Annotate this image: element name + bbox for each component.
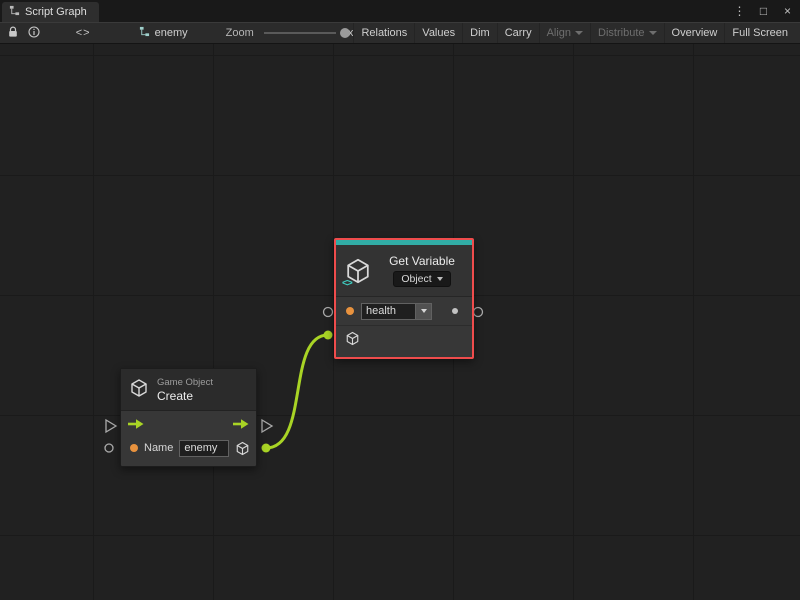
window-controls: ⋮ □ × — [733, 0, 794, 22]
cube-icon — [129, 378, 149, 401]
object-output-cube-icon[interactable] — [235, 441, 250, 456]
align-button-label: Align — [547, 27, 571, 39]
carry-button-label: Carry — [505, 27, 532, 39]
script-graph-icon — [9, 5, 20, 19]
get-variable-title: Get Variable — [389, 254, 455, 268]
zoom-slider-knob[interactable] — [340, 28, 350, 38]
fullscreen-button-label: Full Screen — [732, 27, 788, 39]
tab-script-graph[interactable]: Script Graph — [2, 2, 99, 22]
script-graph-window: Script Graph ⋮ □ × — [0, 0, 800, 600]
align-dropdown-button[interactable]: Align — [539, 23, 590, 43]
getvar-name-input-port[interactable] — [324, 308, 333, 317]
titlebar: Script Graph ⋮ □ × — [0, 0, 800, 22]
variable-cube-icon: <> — [344, 257, 372, 285]
values-button-label: Values — [422, 27, 455, 39]
overview-button-label: Overview — [672, 27, 718, 39]
info-button[interactable] — [25, 24, 41, 42]
distribute-dropdown-button[interactable]: Distribute — [590, 23, 663, 43]
create-node-body: Name — [121, 414, 256, 466]
create-name-row: Name — [121, 436, 256, 460]
create-flow-row — [121, 414, 256, 436]
connection-wire[interactable] — [266, 335, 328, 448]
variable-scope-label: Object — [401, 273, 431, 285]
getvar-value-output-port[interactable] — [474, 308, 483, 317]
close-button[interactable]: × — [781, 4, 794, 18]
flow-arrow-in-icon[interactable] — [127, 418, 145, 433]
object-input-cube-icon[interactable] — [345, 331, 360, 349]
graph-canvas[interactable]: Game Object Create — [0, 44, 800, 600]
variable-name-port-dot[interactable] — [346, 307, 354, 315]
chevron-down-icon — [421, 309, 427, 313]
object-input-row — [336, 325, 472, 353]
edit-code-button[interactable]: <> — [70, 27, 97, 39]
getvar-object-input-port[interactable] — [324, 331, 333, 340]
maximize-button[interactable]: □ — [757, 4, 770, 18]
dim-button[interactable]: Dim — [462, 23, 497, 43]
graph-asset-icon — [139, 26, 150, 40]
flow-arrow-out-icon[interactable] — [232, 418, 250, 433]
value-output-dot[interactable] — [452, 308, 458, 314]
variable-picker-dropdown-button[interactable] — [415, 303, 432, 320]
variable-name-row — [336, 297, 472, 325]
name-port-dot[interactable] — [130, 444, 138, 452]
create-node-title: Create — [157, 389, 213, 403]
create-object-output-port[interactable] — [262, 444, 271, 453]
create-node-category: Game Object — [157, 377, 213, 388]
create-node-header[interactable]: Game Object Create — [121, 369, 256, 411]
get-variable-node-header[interactable]: <> Get Variable Object — [336, 245, 472, 297]
lock-icon — [7, 26, 19, 41]
code-angle-brackets-icon: <> — [342, 278, 352, 289]
info-icon — [28, 26, 40, 41]
fullscreen-button[interactable]: Full Screen — [724, 23, 795, 43]
distribute-button-label: Distribute — [598, 27, 644, 39]
toolbar-buttons: Relations Values Dim Carry Align Distrib… — [353, 23, 795, 43]
overview-button[interactable]: Overview — [664, 23, 725, 43]
zoom-slider[interactable] — [264, 26, 336, 40]
create-flow-input-port[interactable] — [106, 420, 116, 432]
variable-name-input-group — [361, 303, 432, 320]
relations-button-label: Relations — [361, 27, 407, 39]
zoom-slider-track[interactable] — [264, 32, 336, 34]
get-variable-node[interactable]: <> Get Variable Object — [334, 238, 474, 359]
variable-name-input[interactable] — [361, 303, 415, 320]
get-variable-node-body — [336, 297, 472, 357]
graph-toolbar: <> enemy Zoom 1x Relations Values Dim Ca… — [0, 22, 800, 44]
relations-button[interactable]: Relations — [353, 23, 414, 43]
create-node[interactable]: Game Object Create — [120, 368, 257, 467]
variable-scope-dropdown[interactable]: Object — [393, 271, 450, 287]
window-menu-button[interactable]: ⋮ — [733, 4, 746, 18]
zoom-label: Zoom — [226, 27, 254, 39]
create-name-input-port[interactable] — [105, 444, 113, 452]
name-port-label: Name — [144, 442, 173, 454]
graph-reference-breadcrumb[interactable]: enemy — [139, 26, 188, 40]
values-button[interactable]: Values — [414, 23, 462, 43]
create-flow-output-port[interactable] — [262, 420, 272, 432]
carry-button[interactable]: Carry — [497, 23, 539, 43]
lock-button[interactable] — [5, 24, 21, 42]
tab-title: Script Graph — [25, 6, 87, 18]
chevron-down-icon — [649, 31, 657, 35]
name-value-input[interactable] — [179, 440, 229, 457]
chevron-down-icon — [575, 31, 583, 35]
dim-button-label: Dim — [470, 27, 490, 39]
graph-reference-label: enemy — [155, 27, 188, 39]
chevron-down-icon — [437, 277, 443, 281]
